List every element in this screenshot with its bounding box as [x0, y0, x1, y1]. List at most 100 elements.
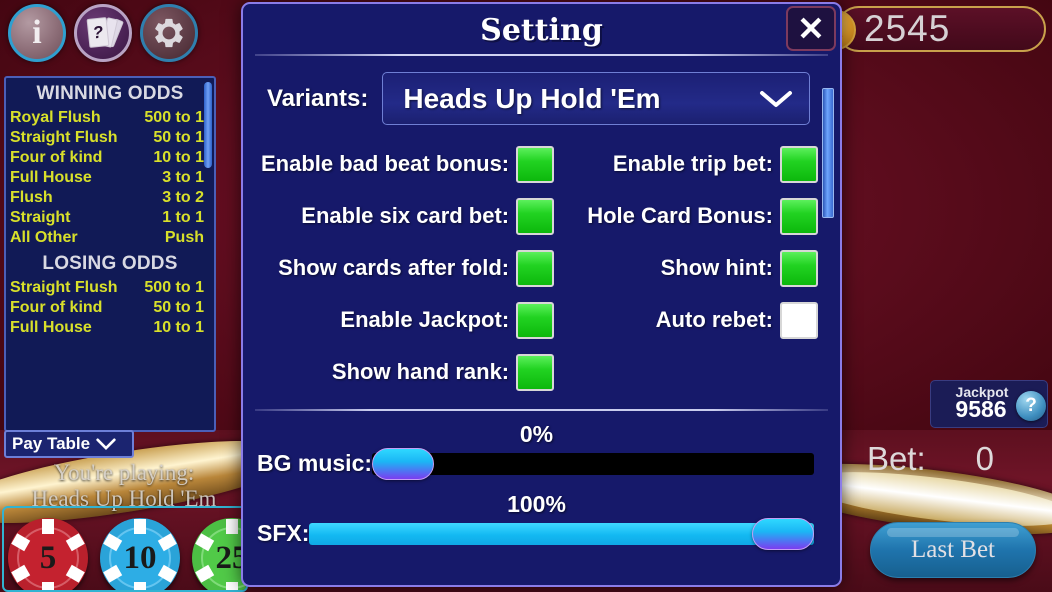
chip-button[interactable]: 10	[100, 518, 180, 590]
info-icon-button[interactable]: i	[8, 4, 66, 62]
sfx-slider-block: 100% SFX:	[243, 491, 840, 550]
odds-panel-scrollbar[interactable]	[204, 82, 212, 168]
odds-value: 500 to 1	[144, 109, 204, 126]
pay-table-label: Pay Table	[12, 434, 91, 453]
settings-checkbox-grid: Enable bad beat bonus: Enable trip bet: …	[261, 143, 818, 393]
variants-row: Variants: Heads Up Hold 'Em	[267, 72, 810, 125]
chip-button[interactable]: 25	[192, 518, 246, 590]
setting-checkbox[interactable]	[516, 145, 555, 183]
setting-checkbox[interactable]	[780, 197, 818, 235]
setting-checkbox[interactable]	[516, 353, 555, 391]
setting-label: Enable six card bet:	[301, 203, 510, 228]
setting-row-empty	[560, 351, 818, 393]
odds-hand: Royal Flush	[10, 109, 101, 126]
odds-row: Straight Flush 50 to 1	[6, 128, 214, 148]
odds-row: Royal Flush 500 to 1	[6, 108, 214, 128]
pay-table-dropdown[interactable]: Pay Table	[4, 430, 134, 458]
losing-odds-title: LOSING ODDS	[42, 253, 178, 274]
odds-hand: Straight	[10, 209, 71, 226]
sfx-slider-fill	[309, 522, 814, 545]
dialog-scrollbar[interactable]	[822, 88, 834, 218]
setting-label: Enable Jackpot:	[340, 307, 510, 332]
gear-icon	[155, 18, 183, 48]
odds-value: 50 to 1	[153, 129, 204, 146]
variants-select[interactable]: Heads Up Hold 'Em	[382, 72, 810, 125]
setting-checkbox[interactable]	[780, 301, 818, 339]
odds-hand: All Other	[10, 229, 78, 246]
odds-row: Four of kind 50 to 1	[6, 298, 214, 318]
last-bet-button[interactable]: Last Bet	[870, 522, 1036, 578]
odds-value: 10 to 1	[153, 149, 204, 166]
odds-row: All Other Push	[6, 228, 214, 248]
setting-row[interactable]: Show hand rank:	[261, 351, 555, 393]
dialog-scroll-area: Variants: Heads Up Hold 'Em Enable bad b…	[243, 72, 840, 393]
settings-dialog: Setting ✕ Variants: Heads Up Hold 'Em En…	[241, 2, 842, 587]
odds-value: 1 to 1	[162, 209, 204, 226]
odds-row: Straight Flush 500 to 1	[6, 278, 214, 298]
odds-row: Straight 1 to 1	[6, 208, 214, 228]
setting-checkbox[interactable]	[516, 197, 555, 235]
chevron-down-icon	[96, 438, 116, 451]
setting-label: Hole Card Bonus:	[587, 203, 773, 228]
setting-checkbox[interactable]	[780, 249, 818, 287]
coin-balance-pill[interactable]: 2545	[816, 6, 1046, 52]
jackpot-help-icon[interactable]: ?	[1016, 391, 1046, 421]
odds-value: 3 to 1	[162, 169, 204, 186]
cards-help-question-glyph: ?	[86, 17, 110, 48]
chip-value: 10	[123, 539, 157, 576]
now-playing-line1: You're playing:	[53, 460, 195, 485]
cards-help-icon-button[interactable]: ?	[74, 4, 132, 62]
bg-music-percent: 0%	[519, 421, 554, 447]
setting-label: Enable bad beat bonus:	[261, 151, 510, 176]
variants-label: Variants:	[267, 84, 369, 112]
setting-row[interactable]: Show hint:	[560, 247, 818, 289]
odds-hand: Full House	[10, 319, 92, 336]
bg-music-slider-track[interactable]	[372, 447, 814, 480]
top-icon-bar: i ?	[8, 4, 198, 62]
close-icon-button[interactable]: ✕	[786, 6, 836, 51]
sfx-slider-thumb[interactable]	[752, 517, 814, 550]
bg-music-slider-thumb[interactable]	[372, 447, 435, 480]
dialog-title: Setting	[480, 13, 603, 48]
setting-label: Show hand rank:	[331, 359, 510, 384]
odds-value: Push	[164, 229, 204, 246]
setting-checkbox[interactable]	[516, 249, 555, 287]
odds-hand: Full House	[10, 169, 92, 186]
setting-row[interactable]: Enable bad beat bonus:	[261, 143, 555, 185]
bet-readout: Bet: 0	[867, 440, 994, 478]
odds-hand: Flush	[10, 189, 53, 206]
bg-music-slider-row: BG music:	[257, 447, 814, 480]
setting-checkbox[interactable]	[780, 145, 818, 183]
chip-tray: 5 10 25	[2, 506, 248, 592]
setting-label: Show hint:	[660, 255, 773, 280]
sfx-slider-row: SFX:	[257, 517, 814, 550]
close-icon: ✕	[797, 10, 825, 47]
setting-row[interactable]: Auto rebet:	[560, 299, 818, 341]
setting-row[interactable]: Hole Card Bonus:	[560, 195, 818, 237]
slider-divider	[255, 409, 828, 411]
setting-checkbox[interactable]	[516, 301, 555, 339]
odds-value: 500 to 1	[144, 279, 204, 296]
winning-odds-title: WINNING ODDS	[36, 83, 184, 104]
winning-odds-panel[interactable]: WINNING ODDS Royal Flush 500 to 1 Straig…	[4, 76, 216, 432]
variants-selected-value: Heads Up Hold 'Em	[403, 82, 661, 114]
chip-value: 5	[39, 539, 57, 576]
gear-icon-button[interactable]	[140, 4, 198, 62]
setting-row[interactable]: Enable Jackpot:	[261, 299, 555, 341]
odds-hand: Four of kind	[10, 299, 103, 316]
setting-row[interactable]: Show cards after fold:	[261, 247, 555, 289]
jackpot-badge: Jackpot 9586 ?	[930, 380, 1048, 428]
setting-label: Enable trip bet:	[612, 151, 773, 176]
bet-value: 0	[975, 440, 994, 477]
chip-button[interactable]: 5	[8, 518, 88, 590]
sfx-percent: 100%	[507, 491, 566, 517]
bet-label: Bet:	[866, 440, 926, 477]
setting-row[interactable]: Enable six card bet:	[261, 195, 555, 237]
odds-hand: Four of kind	[10, 149, 103, 166]
setting-row[interactable]: Enable trip bet:	[560, 143, 818, 185]
odds-hand: Straight Flush	[10, 129, 118, 146]
bg-music-label: BG music:	[257, 450, 373, 476]
odds-value: 50 to 1	[153, 299, 204, 316]
bg-music-slider-block: 0% BG music:	[243, 421, 840, 480]
sfx-slider-track[interactable]	[309, 517, 814, 550]
